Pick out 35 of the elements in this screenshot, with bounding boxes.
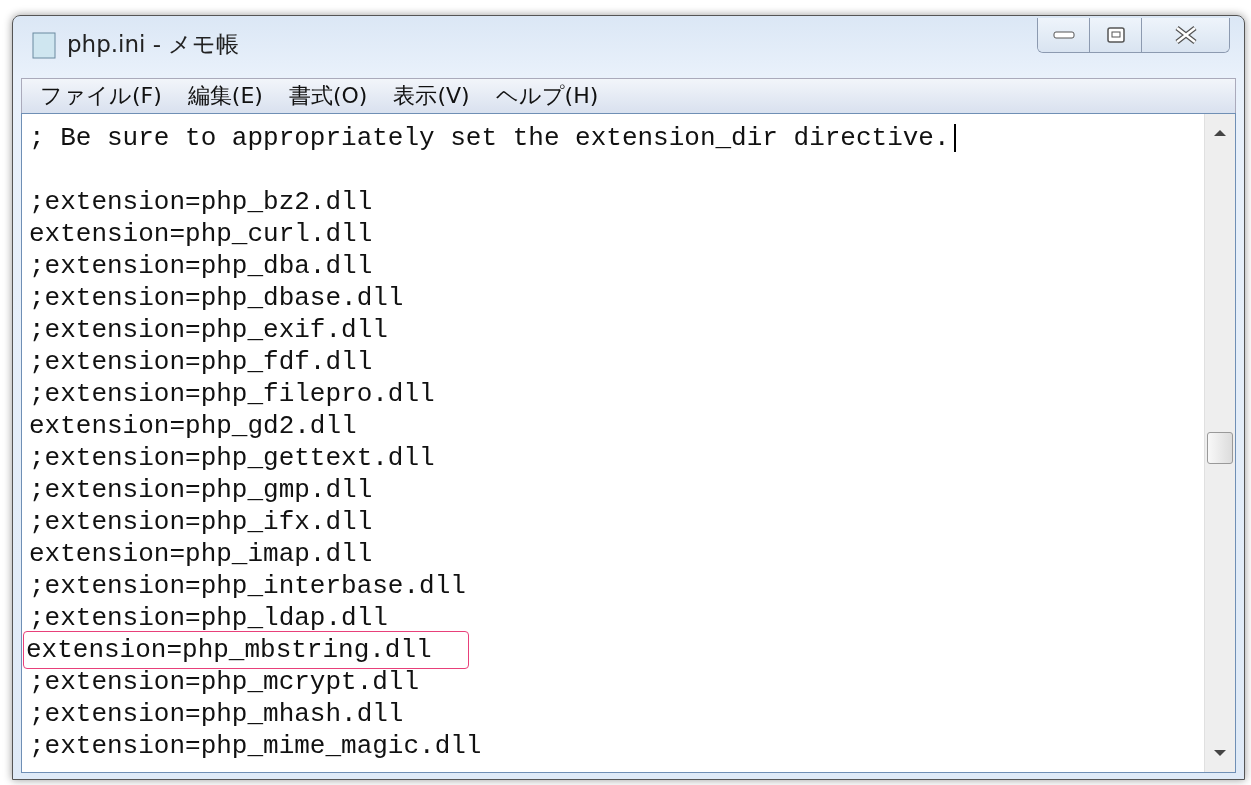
- text-line: extension=php_curl.dll: [28, 218, 374, 250]
- text-line: ;extension=php_gettext.dll: [28, 442, 436, 474]
- minimize-icon: [1052, 31, 1075, 39]
- text-line: ;extension=php_ldap.dll: [28, 602, 389, 634]
- notepad-icon: [31, 29, 57, 59]
- text-line: ;extension=php_bz2.dll: [28, 186, 374, 218]
- text-line: ;extension=php_dba.dll: [28, 250, 374, 282]
- menu-item[interactable]: ファイル(F): [40, 81, 162, 111]
- text-line: extension=php_imap.dll: [28, 538, 374, 570]
- text-line: ;extension=php_mhash.dll: [28, 698, 405, 730]
- text-line: ;extension=php_fdf.dll: [28, 346, 374, 378]
- scrollbar-thumb[interactable]: [1207, 432, 1233, 464]
- close-icon: [1173, 25, 1198, 45]
- text-line: ;extension=php_gmp.dll: [28, 474, 374, 506]
- menu-item[interactable]: 表示(V): [393, 81, 470, 111]
- text-line: ;extension=php_dbase.dll: [28, 282, 405, 314]
- text-line: ; Be sure to appropriately set the extension_dir directive.: [28, 122, 951, 154]
- menu-item[interactable]: 書式(O): [288, 81, 368, 111]
- text-line: ;extension=php_filepro.dll: [28, 378, 436, 410]
- maximize-button[interactable]: [1090, 18, 1142, 52]
- scroll-down-icon[interactable]: [1213, 748, 1227, 758]
- vertical-scrollbar[interactable]: [1204, 114, 1235, 772]
- text-line: ;extension=php_mime_magic.dll: [28, 730, 483, 762]
- text-line: ;extension=php_mcrypt.dll: [28, 666, 421, 698]
- close-button[interactable]: [1142, 18, 1229, 52]
- scroll-up-icon[interactable]: [1213, 128, 1227, 138]
- window-title: php.ini - メモ帳: [67, 30, 240, 59]
- text-line: ;extension=php_exif.dll: [28, 314, 389, 346]
- maximize-icon: [1106, 27, 1125, 43]
- menu-item[interactable]: ヘルプ(H): [495, 81, 599, 111]
- text-line: ;extension=php_interbase.dll: [28, 570, 467, 602]
- text-line: ;extension=php_ifx.dll: [28, 506, 374, 538]
- text-line: extension=php_gd2.dll: [28, 410, 358, 442]
- minimize-button[interactable]: [1038, 18, 1090, 52]
- menu-item[interactable]: 編集(E): [187, 81, 263, 111]
